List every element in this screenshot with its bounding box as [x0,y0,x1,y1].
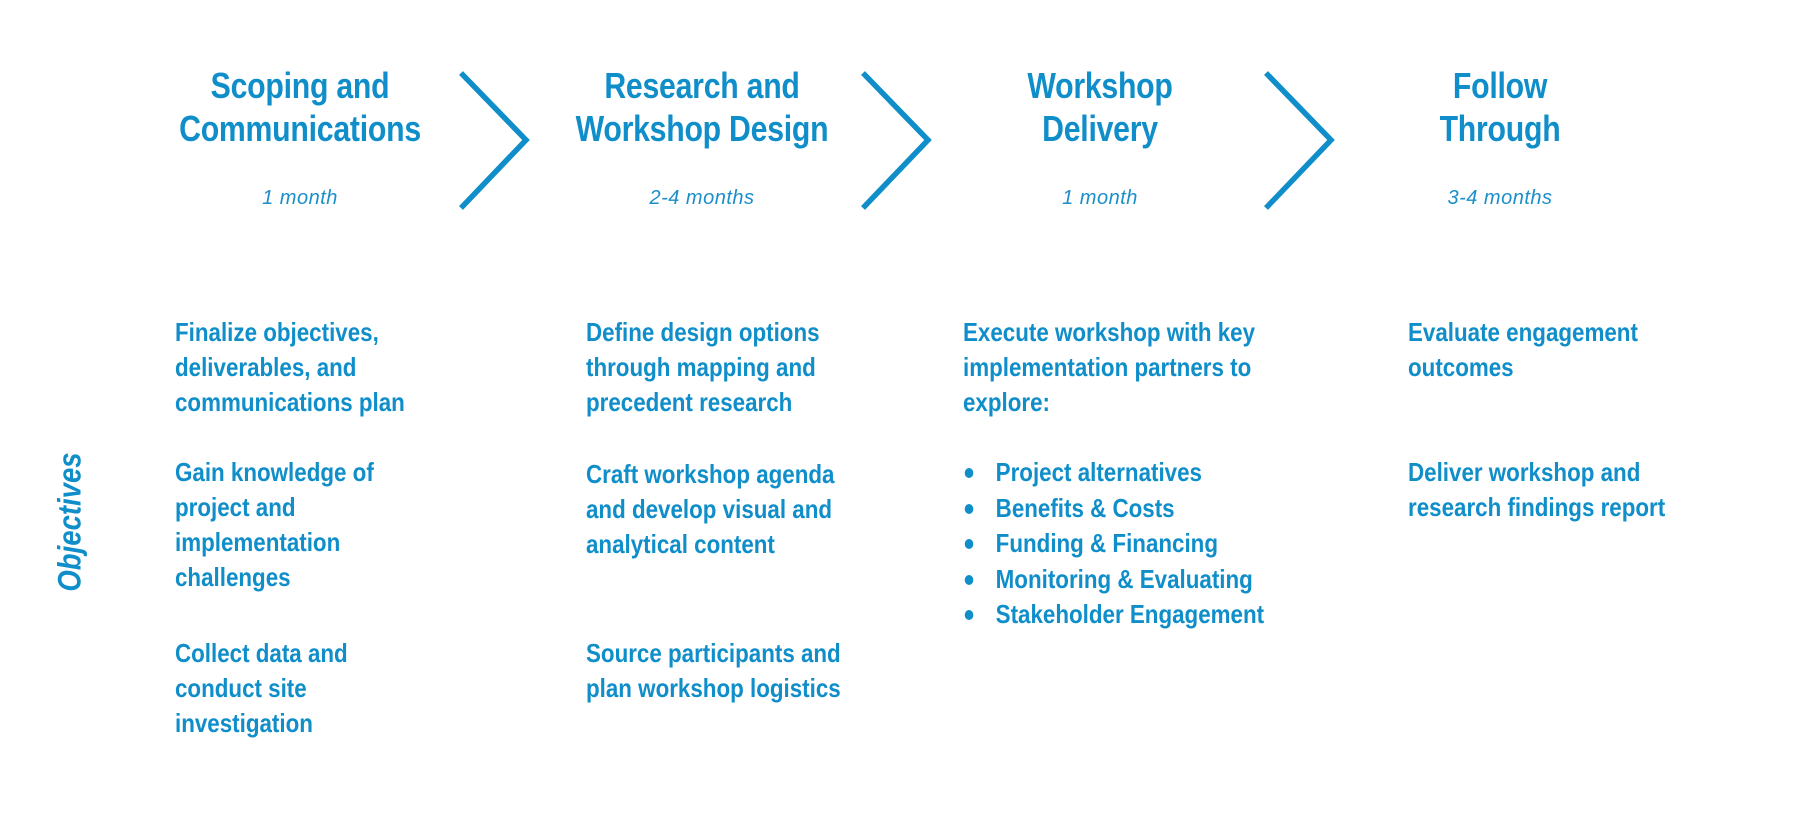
bullet-icon [964,610,974,620]
objective-item: Deliver workshop and research findings r… [1408,457,1666,522]
list-item-text: Benefits & Costs [995,492,1175,523]
list-item-text: Monitoring & Evaluating [995,563,1253,594]
list-item: Project alternatives [963,455,1324,491]
bullet-icon [964,468,974,478]
objective-item: Evaluate engagement outcomes [1408,317,1638,382]
objective-item: Finalize objectives, deliverables, and c… [175,317,405,417]
objective-item: Collect data and conduct site investigat… [175,638,348,738]
bullet-icon [964,539,974,549]
stage-scoping: Scoping and Communications 1 month [120,64,480,210]
stage-duration: 1 month [1062,187,1138,209]
objective-item: Gain knowledge of project and implementa… [175,457,374,592]
bullet-icon [964,574,974,585]
list-item: Benefits & Costs [963,491,1324,527]
stage-research: Research and Workshop Design 2-4 months [522,64,882,210]
stage-duration: 1 month [262,187,338,209]
objectives-label: Objectives [52,441,89,603]
objective-item: Craft workshop agenda and develop visual… [586,459,835,559]
stage-delivery: Workshop Delivery 1 month [920,64,1280,210]
stage-title: Research and Workshop Design [575,65,829,149]
stage-title: Scoping and Communications [179,65,421,149]
bullet-icon [964,503,974,514]
stage-duration: 3-4 months [1447,187,1553,209]
stage-follow-through: Follow Through 3-4 months [1320,64,1680,210]
list-item-text: Stakeholder Engagement [995,599,1265,629]
chevron-right-icon [458,70,532,212]
list-item: Monitoring & Evaluating [963,562,1324,598]
list-item-text: Project alternatives [995,457,1202,487]
objective-intro: Execute workshop with key implementation… [963,317,1256,417]
objective-item: Source participants and plan workshop lo… [586,638,841,703]
list-item: Funding & Financing [963,526,1324,562]
explore-topics-list: Project alternatives Benefits & Costs Fu… [963,455,1324,633]
stage-title: Follow Through [1439,65,1561,149]
objectives-label-text: Objectives [51,452,88,592]
list-item: Stakeholder Engagement [963,597,1324,633]
objective-item: Define design options through mapping an… [586,317,820,417]
list-item-text: Funding & Financing [995,528,1219,558]
stage-title: Workshop Delivery [1027,65,1173,149]
stage-duration: 2-4 months [649,187,755,209]
